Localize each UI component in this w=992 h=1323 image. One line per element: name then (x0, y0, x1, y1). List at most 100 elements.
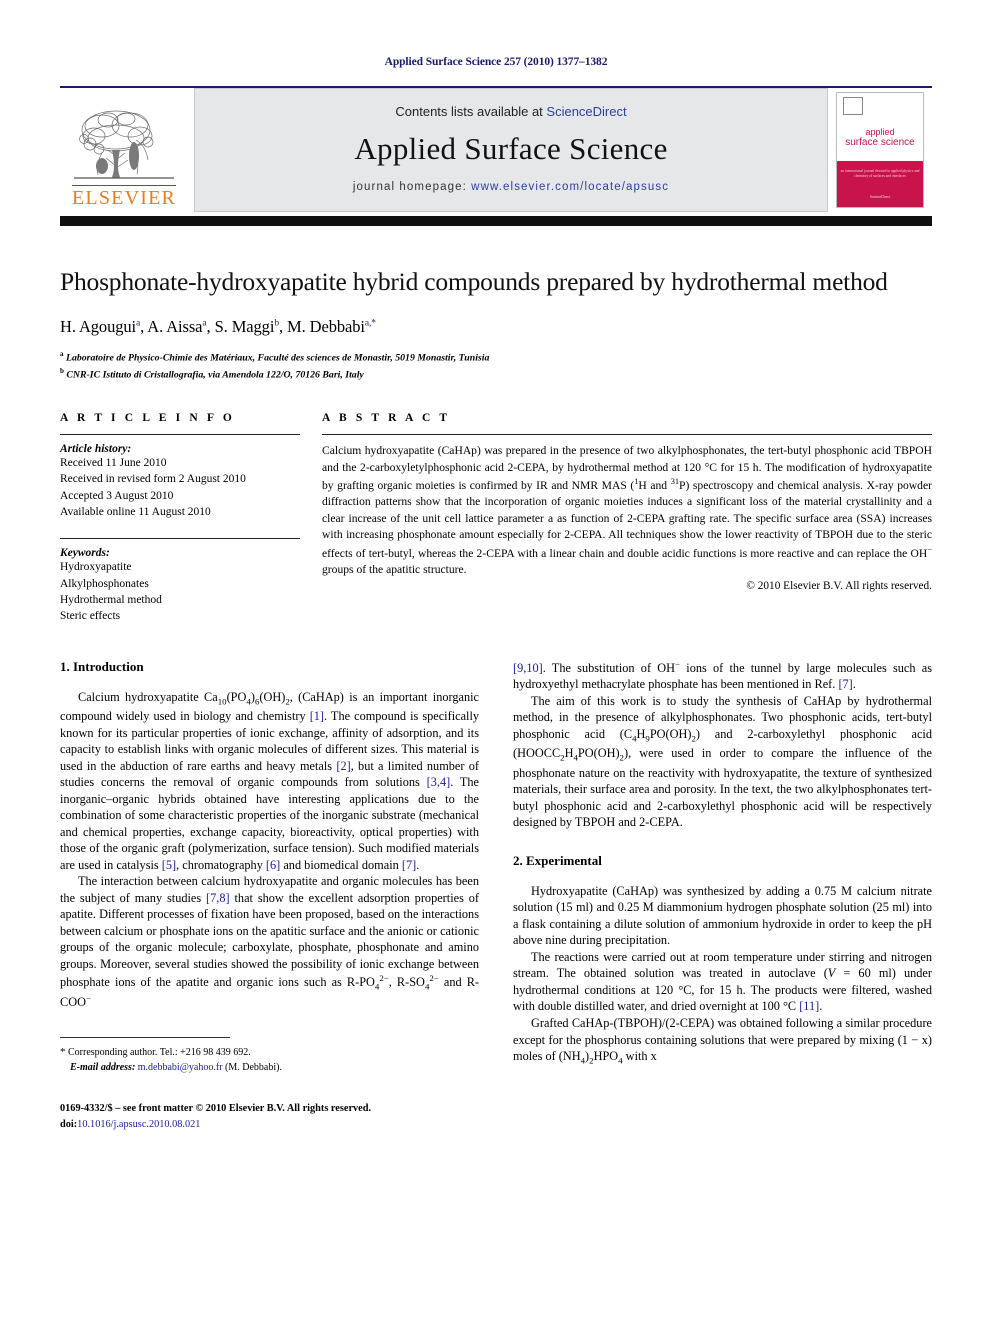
contents-prefix: Contents lists available at (395, 103, 547, 119)
article-history-item: Received 11 June 2010 (60, 457, 167, 470)
superscript: − (675, 658, 681, 669)
intro-paragraph-2-continued: [9,10]. The substitution of OH− ions of … (513, 658, 932, 692)
journal-banner: Contents lists available at ScienceDirec… (194, 88, 828, 212)
cover-subtitle: an international journal devoted to appl… (840, 169, 920, 179)
body-column-left: 1. Introduction Calcium hydroxyapatite C… (60, 659, 479, 1132)
elsevier-wordmark: ELSEVIER (72, 185, 177, 209)
subscript: 2 (589, 1055, 594, 1066)
affiliation-mark: b (60, 366, 64, 375)
section-heading-introduction: 1. Introduction (60, 658, 144, 674)
email-label: E-mail address: (70, 1062, 136, 1074)
doi-label: doi: (60, 1118, 78, 1130)
email-link[interactable]: m.debbabi@yahoo.fr (138, 1062, 223, 1073)
superscript: − (927, 544, 932, 554)
sciencedirect-link[interactable]: ScienceDirect (546, 104, 626, 119)
corresponding-author-text: Corresponding author. Tel.: +216 98 439 … (65, 1046, 251, 1058)
contents-available-line: Contents lists available at ScienceDirec… (395, 104, 626, 119)
body-column-right: [9,10]. The substitution of OH− ions of … (513, 659, 932, 1132)
article-page: Applied Surface Science 257 (2010) 1377–… (0, 0, 992, 1323)
author-name: M. Debbabia,* (287, 317, 376, 337)
author-name: S. Maggib (214, 317, 279, 337)
article-history-title: Article history: (60, 443, 132, 456)
keywords-title: Keywords: (60, 547, 110, 560)
superscript: 2− (429, 972, 439, 983)
intro-paragraph-1: Calcium hydroxyapatite Ca10(PO4)6(OH)2, … (60, 689, 480, 872)
article-history-item: Accepted 3 August 2010 (60, 489, 174, 502)
running-head: Applied Surface Science 257 (2010) 1377–… (384, 56, 608, 68)
author-list: H. Agouguia, A. Aissaa, S. Maggib, M. De… (60, 317, 376, 337)
subscript: 4 (573, 752, 578, 763)
article-info-heading: A R T I C L E I N F O (60, 412, 235, 425)
affiliation-line: b CNR-IC Istituto di Cristallografia, vi… (60, 366, 364, 380)
article-body: 1. Introduction Calcium hydroxyapatite C… (60, 659, 932, 1132)
section-heading-experimental: 2. Experimental (513, 852, 602, 868)
masthead-divider (60, 216, 932, 226)
imprint-block: 0169-4332/$ – see front matter © 2010 El… (60, 1101, 479, 1132)
info-divider (60, 434, 300, 436)
journal-title: Applied Surface Science (354, 130, 668, 166)
affiliation-list: a Laboratoire de Physico-Chimie des Maté… (60, 349, 932, 382)
affiliation-mark: a (60, 350, 64, 359)
author-affiliation-mark: b (274, 318, 279, 329)
citation-link[interactable]: [11] (799, 999, 819, 1013)
article-history-item: Available online 11 August 2010 (60, 506, 211, 519)
author-name: A. Aissaa (147, 317, 207, 337)
issn-line: 0169-4332/$ – see front matter © 2010 El… (60, 1103, 372, 1115)
author-affiliation-mark: a (202, 318, 207, 329)
article-history-list: Received 11 June 2010 Received in revised… (60, 455, 300, 520)
subscript: 2 (285, 696, 290, 707)
subscript: 2 (560, 752, 565, 763)
journal-masthead: ELSEVIER Contents lists available at Sci… (60, 86, 932, 212)
page-title: Phosphonate-hydroxyapatite hybrid compou… (60, 267, 888, 296)
experimental-paragraph-1: Hydroxyapatite (CaHAp) was synthesized b… (513, 883, 932, 948)
citation-link[interactable]: [9,10] (513, 661, 543, 675)
superscript: 2− (379, 972, 389, 983)
intro-paragraph-3: The aim of this work is to study the syn… (513, 693, 932, 830)
subscript: 4 (580, 1055, 586, 1066)
subscript: 9 (645, 733, 650, 744)
article-info-column: A R T I C L E I N F O Article history: R… (60, 412, 300, 625)
cover-elsevier-icon (843, 97, 863, 115)
subscript: 2 (691, 733, 696, 744)
keyword-item: Alkylphosphonates (60, 577, 149, 590)
email-owner: (M. Debbabi). (222, 1062, 282, 1074)
subscript: 2 (619, 752, 624, 763)
author-affiliation-mark: a,* (364, 318, 376, 329)
elsevier-logo: ELSEVIER (60, 88, 188, 212)
emphasis: V (827, 966, 836, 981)
footnote-block: * Corresponding author. Tel.: +216 98 43… (60, 1036, 479, 1076)
keywords-divider (60, 538, 300, 540)
cover-footer: ScienceDirect (869, 195, 891, 199)
abstract-copyright: © 2010 Elsevier B.V. All rights reserved… (746, 580, 932, 593)
article-history-item: Received in revised form 2 August 2010 (60, 473, 246, 486)
abstract-divider (322, 434, 932, 436)
info-abstract-block: A R T I C L E I N F O Article history: R… (60, 412, 932, 625)
subscript: 4 (618, 1055, 623, 1066)
citation-link[interactable]: [3,4] (427, 775, 451, 789)
experimental-paragraph-2: The reactions were carried out at room t… (513, 949, 932, 1014)
abstract-text: Calcium hydroxyapatite (CaHAp) was prepa… (322, 444, 932, 576)
homepage-url-link[interactable]: www.elsevier.com/locate/apsusc (471, 181, 669, 193)
footnote-divider (60, 1036, 230, 1038)
experimental-paragraph-3: Grafted CaHAp-(TBPOH)/(2-CEPA) was obtai… (513, 1015, 932, 1066)
journal-homepage-line: journal homepage: www.elsevier.com/locat… (353, 181, 669, 193)
citation-link[interactable]: [6] (266, 858, 280, 872)
citation-link[interactable]: [7] (402, 858, 416, 872)
citation-link[interactable]: [7] (838, 677, 852, 691)
superscript: − (85, 992, 91, 1003)
citation-link[interactable]: [2] (336, 759, 350, 773)
subscript: 6 (254, 696, 260, 707)
abstract-column: A B S T R A C T Calcium hydroxyapatite (… (322, 412, 932, 625)
superscript: 1 (634, 476, 639, 486)
citation-link[interactable]: [1] (310, 709, 324, 723)
doi-link[interactable]: 10.1016/j.apsusc.2010.08.021 (77, 1119, 200, 1130)
citation-link[interactable]: [5] (162, 858, 176, 872)
keyword-item: Steric effects (60, 610, 121, 623)
corresponding-author-note: * Corresponding author. Tel.: +216 98 43… (60, 1044, 479, 1061)
subscript: 10 (217, 696, 227, 707)
author-affiliation-mark: a (136, 318, 141, 329)
abstract-heading: A B S T R A C T (322, 412, 451, 425)
intro-paragraph-2: The interaction between calcium hydroxya… (60, 874, 479, 1010)
journal-cover-thumbnail: applied surface science an international… (836, 88, 932, 212)
citation-link[interactable]: [7,8] (206, 891, 230, 905)
